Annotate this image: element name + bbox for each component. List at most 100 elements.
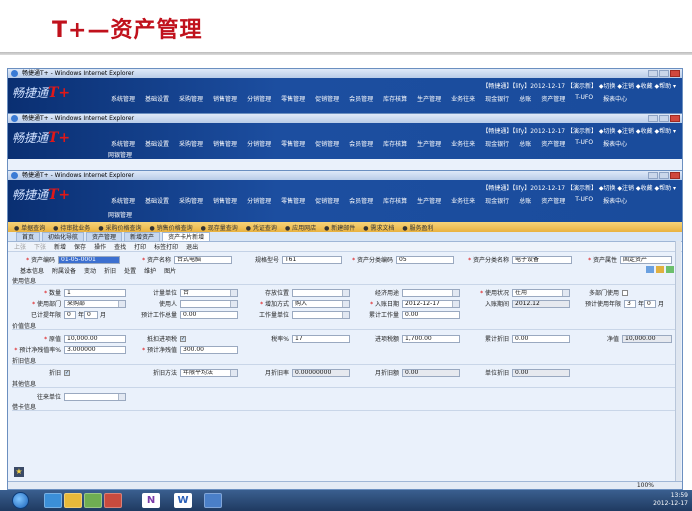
sub-tab[interactable]: 基本信息 [18, 266, 46, 275]
shortcut-link[interactable]: ● 采购价格查询 [98, 223, 141, 232]
lookup-icon[interactable] [230, 289, 237, 296]
lookup-icon[interactable] [230, 369, 237, 376]
lookup-icon[interactable] [452, 289, 459, 296]
zoom-level[interactable]: 100% [637, 482, 654, 489]
main-nav-item[interactable]: 业务往来 [446, 139, 480, 148]
main-nav[interactable]: 系统管理 基础设置 采购管理 销售管理 分销管理 零售管理 促销管理 会员管理 库存核算 生产管理… [106, 196, 632, 205]
main-nav-item[interactable]: 基础设置 [140, 196, 174, 205]
multi-dept-field[interactable]: 多部门使用 [574, 288, 628, 297]
acc-work-field[interactable]: 累计工作量 0.00 [352, 310, 460, 319]
unit-field[interactable]: 计量单位台 [130, 288, 238, 297]
asset-code-field[interactable]: * 资产编码 01-05-0001 [10, 255, 120, 264]
media-taskbar-icon[interactable] [84, 493, 102, 508]
tax-rate-input[interactable]: 17 [292, 334, 350, 343]
life-field[interactable]: 预计使用年限 3 年 0 月 [574, 299, 664, 308]
residual-rate-field[interactable]: * 预计净残值率% 3.000000 [10, 345, 126, 354]
main-nav-item[interactable]: 销售管理 [208, 139, 242, 148]
total-work-field[interactable]: 预计工作总量 0.00 [130, 310, 238, 319]
asset-name-field[interactable]: * 资产名称 台式电脑 [126, 255, 232, 264]
main-nav-item[interactable]: 促销管理 [310, 94, 344, 103]
page-tab[interactable]: 初始化导航 [42, 232, 85, 241]
shortcut-link[interactable]: ● 需求文档 [363, 223, 394, 232]
purpose-input[interactable] [402, 288, 460, 297]
used-years-input[interactable]: 0 [64, 310, 76, 319]
main-nav-item[interactable]: 总账 [514, 94, 536, 103]
main-nav-item[interactable]: 分销管理 [242, 94, 276, 103]
sub-nav-item[interactable]: 网银管理 [108, 210, 132, 219]
category-name-field[interactable]: * 资产分类名称 电子设备 [456, 255, 572, 264]
main-nav-item[interactable]: 资产管理 [536, 94, 570, 103]
main-nav-item[interactable]: 现金银行 [480, 139, 514, 148]
main-nav[interactable]: 系统管理 基础设置 采购管理 销售管理 分销管理 零售管理 促销管理 会员管理 库存核算 生产管理… [106, 139, 632, 148]
main-nav-item[interactable]: 系统管理 [106, 196, 140, 205]
qty-input[interactable]: 1 [64, 288, 126, 297]
property-input[interactable]: 固定资产 [620, 255, 672, 264]
toolbar-button[interactable]: 打印 [134, 242, 146, 251]
close-icon[interactable] [670, 70, 680, 77]
minimize-icon[interactable] [648, 172, 658, 179]
shortcut-link[interactable]: ● 销售价格查询 [149, 223, 192, 232]
page-tab[interactable]: 资产管理 [86, 232, 123, 241]
sub-tab[interactable]: 附属设备 [50, 266, 78, 275]
window-taskbar-icon[interactable] [204, 493, 222, 508]
main-nav-item[interactable]: 基础设置 [140, 94, 174, 103]
main-nav-item[interactable]: 销售管理 [208, 94, 242, 103]
page-tab[interactable]: 首页 [16, 232, 41, 241]
main-nav-item[interactable]: 报表中心 [598, 196, 632, 205]
work-unit-input[interactable] [292, 310, 350, 319]
acc-dep-input[interactable]: 0.00 [512, 334, 570, 343]
dept-field[interactable]: * 使用部门 采购部 [10, 299, 126, 308]
spec-input[interactable]: T61 [282, 255, 342, 264]
asset-name-input[interactable]: 台式电脑 [174, 255, 232, 264]
category-code-field[interactable]: * 资产分类编码 05 [344, 255, 454, 264]
export-icon[interactable] [666, 266, 674, 273]
orig-input[interactable]: 10,000.00 [64, 334, 126, 343]
main-nav-item[interactable]: 资产管理 [536, 196, 570, 205]
sub-tab[interactable]: 图片 [162, 266, 178, 275]
main-nav[interactable]: 系统管理 基础设置 采购管理 销售管理 分销管理 零售管理 促销管理 会员管理 库存核算 生产管理… [106, 94, 632, 103]
sub-tab[interactable]: 折旧 [102, 266, 118, 275]
main-nav-item[interactable]: 分销管理 [242, 196, 276, 205]
ie-window-front[interactable]: 畅捷通T+ - Windows Internet Explorer 畅捷通T+ … [7, 170, 683, 490]
window-controls[interactable] [648, 115, 680, 122]
close-icon[interactable] [670, 172, 680, 179]
main-nav-item[interactable]: 基础设置 [140, 139, 174, 148]
window-titlebar[interactable]: 畅捷通T+ - Windows Internet Explorer [8, 171, 682, 180]
acc-work-input[interactable]: 0.00 [402, 310, 460, 319]
page-tab[interactable]: 资产卡片新增 [162, 232, 211, 241]
maximize-icon[interactable] [659, 115, 669, 122]
total-work-input[interactable]: 0.00 [180, 310, 238, 319]
main-nav-item[interactable]: 促销管理 [310, 196, 344, 205]
system-tray[interactable]: 13:59 2012-12-17 [653, 492, 688, 508]
main-nav-item[interactable]: 会员管理 [344, 139, 378, 148]
word-taskbar-icon[interactable]: W [174, 493, 192, 508]
window-titlebar[interactable]: 畅捷通T+ - Windows Internet Explorer [8, 69, 682, 78]
main-nav-item[interactable]: T-UFO [570, 94, 598, 103]
method-field[interactable]: 折旧方法 年限平均法 [130, 368, 238, 377]
sub-tab[interactable]: 处置 [122, 266, 138, 275]
orig-field[interactable]: * 原值 10,000.00 [10, 334, 126, 343]
sub-tab-actions[interactable] [646, 266, 674, 273]
toolbar-button[interactable]: 查找 [114, 242, 126, 251]
minimize-icon[interactable] [648, 115, 658, 122]
window-titlebar[interactable]: 畅捷通T+ - Windows Internet Explorer [8, 114, 682, 123]
add-method-input[interactable]: 购入 [292, 299, 350, 308]
entry-date-field[interactable]: * 入账日期 2012-12-17 [352, 299, 460, 308]
page-tab[interactable]: 新增资产 [124, 232, 161, 241]
main-nav-item[interactable]: 库存核算 [378, 139, 412, 148]
onenote-taskbar-icon[interactable]: N [142, 493, 160, 508]
life-years-input[interactable]: 3 [624, 299, 636, 308]
window-controls[interactable] [648, 172, 680, 179]
dep-checkbox[interactable]: ✓ [64, 369, 70, 376]
shortcut-link[interactable]: ● 服务盈利 [402, 223, 433, 232]
tax-amt-field[interactable]: 进项税额 1,700.00 [352, 334, 460, 343]
add-method-field[interactable]: * 增加方式 购入 [242, 299, 350, 308]
shortcut-link[interactable]: ● 新建邮件 [324, 223, 355, 232]
lookup-icon[interactable] [342, 311, 349, 318]
main-nav-item[interactable]: 零售管理 [276, 94, 310, 103]
ie-taskbar-icon[interactable] [44, 493, 62, 508]
sub-tab[interactable]: 变动 [82, 266, 98, 275]
lookup-icon[interactable] [118, 300, 125, 307]
user-bar[interactable]: 【畅捷通】【lify】2012-12-17 【演示新】 ◆切换 ◆注销 ◆收藏 … [482, 81, 676, 90]
lookup-icon[interactable] [342, 289, 349, 296]
